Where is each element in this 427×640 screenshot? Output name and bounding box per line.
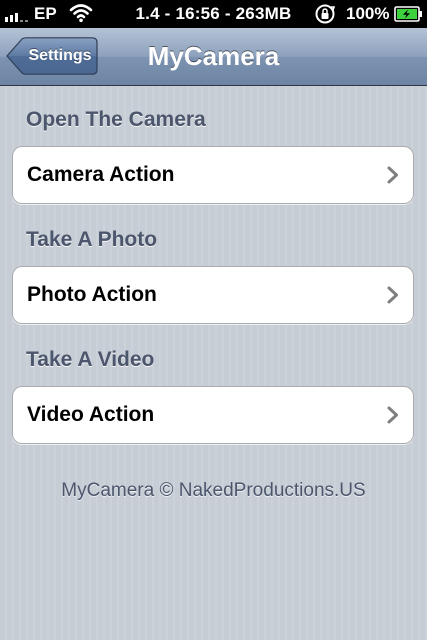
footer-copyright: MyCamera © NakedProductions.US (61, 480, 366, 501)
settings-back-button[interactable]: Settings (6, 37, 98, 75)
back-button-label: Settings (28, 47, 92, 64)
section-header-take-video: Take A Video (26, 348, 155, 371)
camera-action-cell[interactable]: Camera Action (12, 146, 414, 204)
status-bar: EP 1.4 - 16:56 - 263MB 100% (0, 0, 427, 28)
battery-percent: 100% (346, 4, 390, 23)
rotation-lock-icon (315, 4, 336, 24)
camera-action-label: Camera Action (27, 163, 175, 186)
photo-action-label: Photo Action (27, 283, 157, 306)
chevron-right-icon (387, 286, 398, 304)
photo-action-cell[interactable]: Photo Action (12, 266, 414, 324)
section-header-open-camera: Open The Camera (26, 108, 206, 131)
battery-charging-icon (394, 6, 422, 22)
video-action-label: Video Action (27, 403, 155, 426)
chevron-right-icon (387, 406, 398, 424)
section-header-take-photo: Take A Photo (26, 228, 158, 251)
video-action-cell[interactable]: Video Action (12, 386, 414, 444)
navigation-bar: Settings MyCamera (0, 28, 427, 86)
chevron-right-icon (387, 166, 398, 184)
page-title: MyCamera (147, 41, 280, 71)
